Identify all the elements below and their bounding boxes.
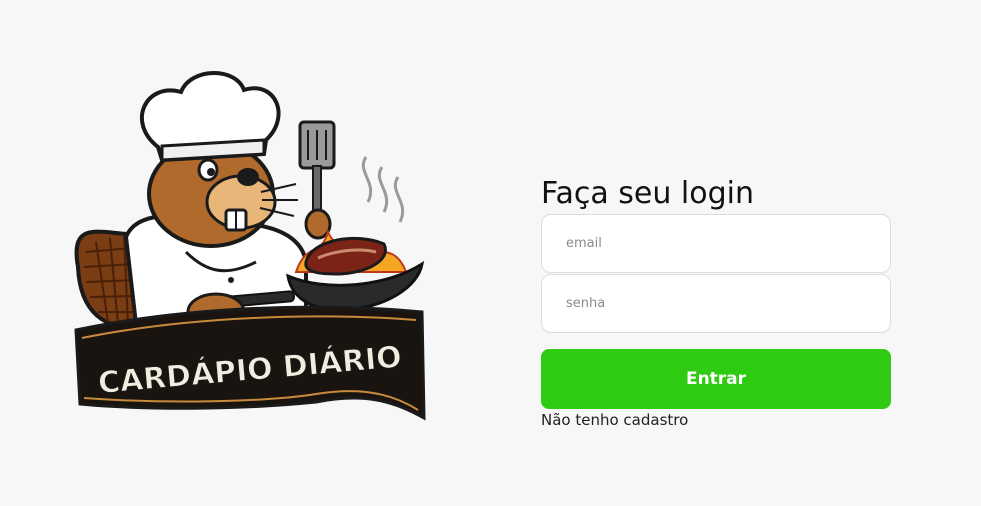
- register-link[interactable]: Não tenho cadastro: [541, 410, 891, 430]
- steam-icon: [361, 156, 405, 223]
- login-form: Faça seu login Entrar Não tenho cadastro: [541, 174, 891, 430]
- login-page: CARDÁPIO DIÁRIO Faça seu login Entrar Nã…: [0, 0, 981, 506]
- email-field[interactable]: [541, 214, 891, 273]
- spatula-icon: [298, 120, 336, 240]
- chef-hat-icon: [139, 71, 281, 163]
- cardapio-diario-logo: CARDÁPIO DIÁRIO: [74, 71, 426, 421]
- login-button[interactable]: Entrar: [541, 349, 891, 409]
- password-field[interactable]: [541, 274, 891, 333]
- page-title: Faça seu login: [541, 176, 755, 211]
- logo-banner: CARDÁPIO DIÁRIO: [74, 305, 426, 421]
